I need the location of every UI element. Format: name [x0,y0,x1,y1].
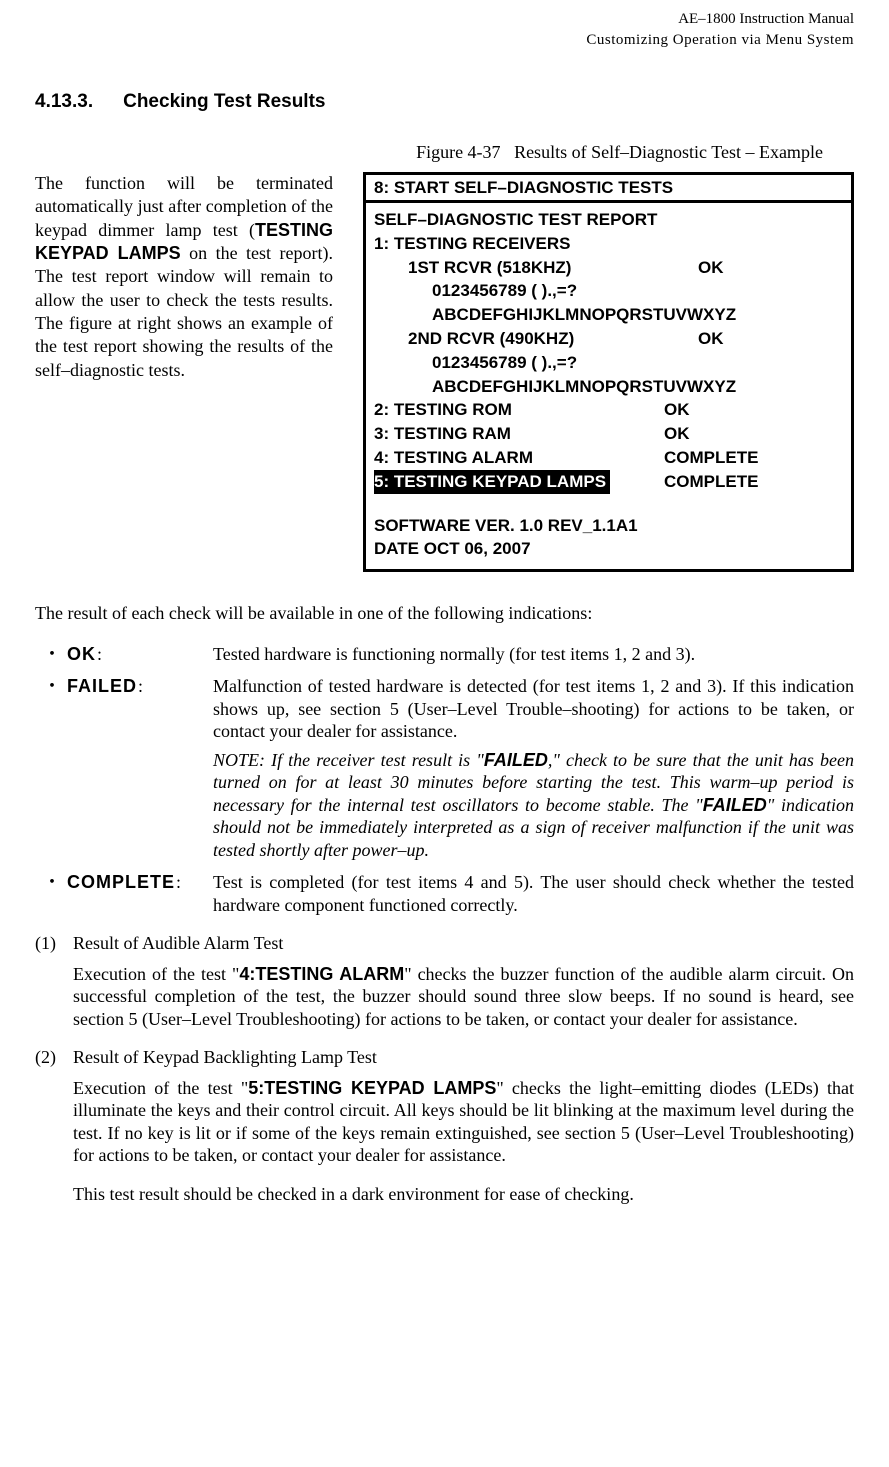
rcvr2-status: OK [698,327,724,351]
def-complete: ・COMPLETE: Test is completed (for test i… [35,871,854,916]
page-header: AE–1800 Instruction Manual Customizing O… [35,10,854,50]
test4-status: COMPLETE [664,446,758,470]
sub2-body2: This test result should be checked in a … [73,1183,854,1206]
section-heading: 4.13.3. Checking Test Results [35,90,854,114]
rcvr1-chars1: 0123456789 ( ).,=? [374,279,843,303]
sub1-body: Execution of the test "4:TESTING ALARM" … [73,963,854,1031]
def-failed-desc: Malfunction of tested hardware is detect… [213,676,854,741]
panel-body: SELF–DIAGNOSTIC TEST REPORT 1: TESTING R… [366,203,851,569]
def-ok-desc: Tested hardware is functioning normally … [213,643,854,666]
report-heading: SELF–DIAGNOSTIC TEST REPORT [374,208,843,232]
rcvr2-chars2: ABCDEFGHIJKLMNOPQRSTUVWXYZ [374,375,843,399]
software-version: SOFTWARE VER. 1.0 REV_1.1A1 [374,514,843,538]
def-failed: ・FAILED: Malfunction of tested hardware … [35,675,854,861]
def-ok: ・OK: Tested hardware is functioning norm… [35,643,854,666]
test3-label: 3: TESTING RAM [374,422,664,446]
left-intro-paragraph: The function will be terminated automati… [35,172,333,383]
header-line2: Customizing Operation via Menu System [35,31,854,50]
test5-status: COMPLETE [664,470,758,494]
figure-title: Results of Self–Diagnostic Test – Exampl… [514,142,823,162]
test2-label: 2: TESTING ROM [374,398,664,422]
rcvr1-status: OK [698,256,724,280]
panel-title: 8: START SELF–DIAGNOSTIC TESTS [366,175,851,203]
report-date: DATE OCT 06, 2007 [374,537,843,561]
figure-caption: Figure 4-37 Results of Self–Diagnostic T… [385,141,854,164]
rcvr2-label: 2ND RCVR (490KHZ) [374,327,698,351]
rcvr1-chars2: ABCDEFGHIJKLMNOPQRSTUVWXYZ [374,303,843,327]
test1-label: 1: TESTING RECEIVERS [374,232,843,256]
rcvr2-chars1: 0123456789 ( ).,=? [374,351,843,375]
test-report-panel: 8: START SELF–DIAGNOSTIC TESTS SELF–DIAG… [363,172,854,572]
result-intro: The result of each check will be availab… [35,602,854,625]
def-failed-note: NOTE: If the receiver test result is "FA… [213,749,854,862]
test5-label: 5: TESTING KEYPAD LAMPS [374,470,610,494]
section-title: Checking Test Results [123,91,325,112]
sub2-body: Execution of the test "5:TESTING KEYPAD … [73,1077,854,1167]
sub2-heading: (2) Result of Keypad Backlighting Lamp T… [35,1046,854,1069]
test4-label: 4: TESTING ALARM [374,446,664,470]
test3-status: OK [664,422,690,446]
header-line1: AE–1800 Instruction Manual [35,10,854,29]
test2-status: OK [664,398,690,422]
figure-label: Figure 4-37 [416,142,501,162]
sub1-heading: (1) Result of Audible Alarm Test [35,932,854,955]
rcvr1-label: 1ST RCVR (518KHZ) [374,256,698,280]
section-number: 4.13.3. [35,91,93,112]
def-complete-desc: Test is completed (for test items 4 and … [213,871,854,916]
